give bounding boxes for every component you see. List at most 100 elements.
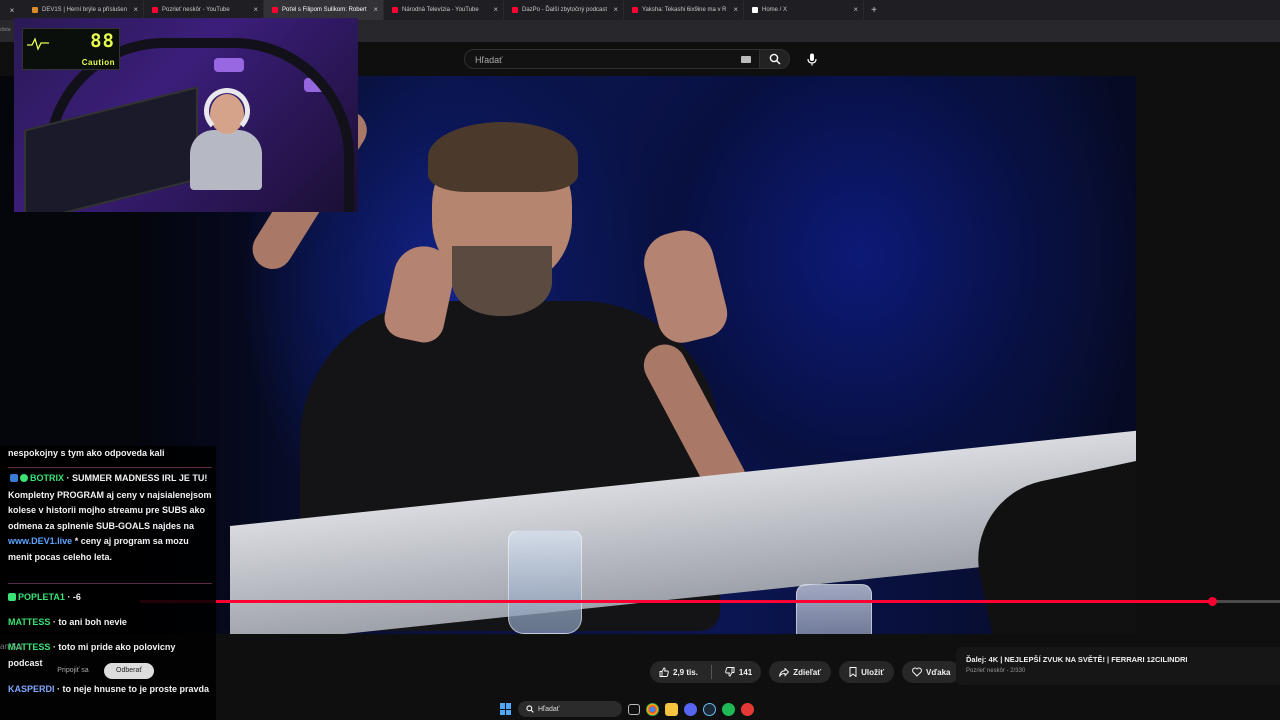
pulse-icon bbox=[27, 37, 49, 51]
browser-tab[interactable]: Národná Televízia - YouTube × bbox=[384, 0, 504, 20]
browser-tab-strip: × DEV1S | Herní brýle a příslušen × Pozrie… bbox=[0, 0, 1280, 20]
like-button[interactable]: 2,9 tis. bbox=[650, 661, 707, 683]
share-icon bbox=[779, 667, 790, 677]
favicon-icon bbox=[32, 7, 38, 13]
up-next-video-title: 4K | NEJLEPŠÍ ZVUK NA SVĚTĚ! | FERRARI 1… bbox=[988, 655, 1188, 664]
join-button[interactable]: Pripojiť sa bbox=[48, 663, 98, 679]
share-button[interactable]: Zdieľať bbox=[769, 661, 832, 683]
browser-tab[interactable]: DazPo - Ďalší zbytočný podcast × bbox=[504, 0, 624, 20]
bot-badge-icon bbox=[10, 474, 18, 482]
tab-label: Yaksha: Tekashi 6ix9ine ma v R bbox=[642, 7, 727, 13]
tab-label: DazPo - Ďalší zbytočný podcast bbox=[522, 7, 608, 13]
favicon-icon bbox=[512, 7, 518, 13]
chat-divider bbox=[8, 583, 212, 584]
close-tab-icon[interactable]: × bbox=[493, 6, 498, 14]
bookmark-icon bbox=[849, 667, 857, 677]
sub-badge-icon bbox=[8, 593, 16, 601]
browser-tab[interactable]: Poťel s Filipom Sulíkom: Robert × bbox=[264, 0, 384, 20]
close-tab-icon[interactable]: × bbox=[733, 6, 738, 14]
search-box[interactable] bbox=[464, 49, 760, 69]
chat-message: MATTESS · to ani boh nevie bbox=[8, 617, 127, 627]
thumbs-up-icon bbox=[659, 667, 669, 677]
progress-fill bbox=[140, 600, 1212, 603]
taskbar-search-label: Hľadať bbox=[538, 705, 560, 713]
close-tab-icon[interactable]: × bbox=[253, 6, 258, 14]
discord-icon[interactable] bbox=[684, 702, 697, 716]
search-icon bbox=[769, 53, 780, 65]
chat-divider bbox=[8, 467, 212, 468]
app-icon[interactable] bbox=[741, 702, 754, 716]
like-dislike-group: 2,9 tis. 141 bbox=[650, 661, 762, 683]
thanks-label: Vďaka bbox=[926, 667, 951, 677]
chat-link[interactable]: www.DEV1.live bbox=[8, 536, 72, 546]
up-next-title: Ďalej: 4K | NEJLEPŠÍ ZVUK NA SVĚTĚ! | FE… bbox=[966, 655, 1187, 664]
chat-message: KASPERDI · to neje hnusne to je proste p… bbox=[8, 684, 210, 694]
address-hint: dista bbox=[0, 27, 11, 33]
up-next-playlist: Pozrieť neskôr - 2/330 bbox=[966, 668, 1026, 674]
file-explorer-icon[interactable] bbox=[665, 702, 678, 716]
up-next-card[interactable]: Ďalej: 4K | NEJLEPŠÍ ZVUK NA SVĚTĚ! | FE… bbox=[956, 647, 1280, 685]
water-glass bbox=[796, 584, 872, 634]
close-tab-icon[interactable]: × bbox=[373, 6, 378, 14]
speaker-beard bbox=[452, 246, 552, 316]
chat-message-text: to ani boh nevie bbox=[58, 617, 127, 627]
taskbar-search[interactable]: Hľadať bbox=[518, 701, 622, 717]
dislike-button[interactable]: 141 bbox=[716, 661, 761, 683]
spotify-icon[interactable] bbox=[722, 702, 735, 716]
browser-tab[interactable]: Home / X × bbox=[744, 0, 864, 20]
progress-scrubber[interactable] bbox=[1207, 597, 1217, 606]
share-label: Zdieľať bbox=[793, 667, 822, 677]
caution-gauge: 88 Caution bbox=[22, 28, 120, 70]
streamer-body bbox=[190, 130, 262, 190]
chat-message-text: -6 bbox=[72, 592, 81, 602]
steam-icon[interactable] bbox=[703, 702, 716, 716]
close-icon[interactable]: × bbox=[0, 6, 24, 15]
tab-label: DEV1S | Herní brýle a příslušen bbox=[42, 7, 127, 13]
chat-message: POPLETA1 · -6 bbox=[8, 590, 212, 606]
voice-search-button[interactable] bbox=[800, 48, 824, 70]
close-tab-icon[interactable]: × bbox=[853, 6, 858, 14]
favicon-icon bbox=[272, 7, 278, 13]
browser-tab[interactable]: Pozrieť neskôr - YouTube × bbox=[144, 0, 264, 20]
mic-icon bbox=[807, 53, 817, 65]
chat-username[interactable]: KASPERDI bbox=[8, 684, 55, 694]
favicon-icon bbox=[752, 7, 758, 13]
windows-taskbar: Hľadať bbox=[500, 698, 800, 720]
chrome-icon[interactable] bbox=[646, 702, 659, 716]
channel-name-ghost: an Sul bbox=[0, 642, 23, 651]
browser-tab[interactable]: Yaksha: Tekashi 6ix9ine ma v R × bbox=[624, 0, 744, 20]
close-tab-icon[interactable]: × bbox=[133, 6, 138, 14]
headphones-icon bbox=[204, 88, 250, 134]
close-tab-icon[interactable]: × bbox=[613, 6, 618, 14]
save-label: Uložiť bbox=[861, 667, 885, 677]
favicon-icon bbox=[152, 7, 158, 13]
keyboard-icon[interactable] bbox=[741, 56, 751, 63]
chat-message: ​BOTRIX · SUMMER MADNESS IRL JE TU! Komp… bbox=[8, 473, 212, 562]
water-glass bbox=[508, 530, 582, 634]
favicon-icon bbox=[632, 7, 638, 13]
chat-username[interactable]: BOTRIX bbox=[30, 473, 64, 483]
tab-label: Národná Televízia - YouTube bbox=[402, 7, 479, 13]
chat-message: nespokojny s tym ako odpoveda kali bbox=[8, 446, 212, 462]
windows-start-icon[interactable] bbox=[500, 703, 512, 715]
browser-tab[interactable]: DEV1S | Herní brýle a příslušen × bbox=[24, 0, 144, 20]
subscribe-button[interactable]: Odberať bbox=[104, 663, 154, 679]
search-button[interactable] bbox=[760, 49, 790, 69]
heart-dollar-icon bbox=[912, 667, 922, 677]
chat-username[interactable]: MATTESS bbox=[8, 617, 50, 627]
gauge-value: 88 bbox=[90, 30, 115, 52]
save-button[interactable]: Uložiť bbox=[839, 661, 895, 683]
new-tab-button[interactable]: + bbox=[864, 5, 884, 16]
video-progress-bar[interactable] bbox=[140, 597, 1280, 606]
thumbs-down-icon bbox=[725, 667, 735, 677]
video-actions: 2,9 tis. 141 Zdieľať Uložiť Vďaka ••• bbox=[650, 661, 991, 683]
speaker-hair bbox=[428, 122, 578, 192]
thanks-button[interactable]: Vďaka bbox=[902, 661, 961, 683]
tab-label: Pozrieť neskôr - YouTube bbox=[162, 7, 230, 13]
task-view-icon[interactable] bbox=[628, 703, 640, 715]
tab-label: Poťel s Filipom Sulíkom: Robert bbox=[282, 7, 367, 13]
dislike-count: 141 bbox=[738, 667, 753, 677]
search-input[interactable] bbox=[473, 52, 727, 68]
chat-username[interactable]: POPLETA1 bbox=[18, 592, 65, 602]
favicon-icon bbox=[392, 7, 398, 13]
